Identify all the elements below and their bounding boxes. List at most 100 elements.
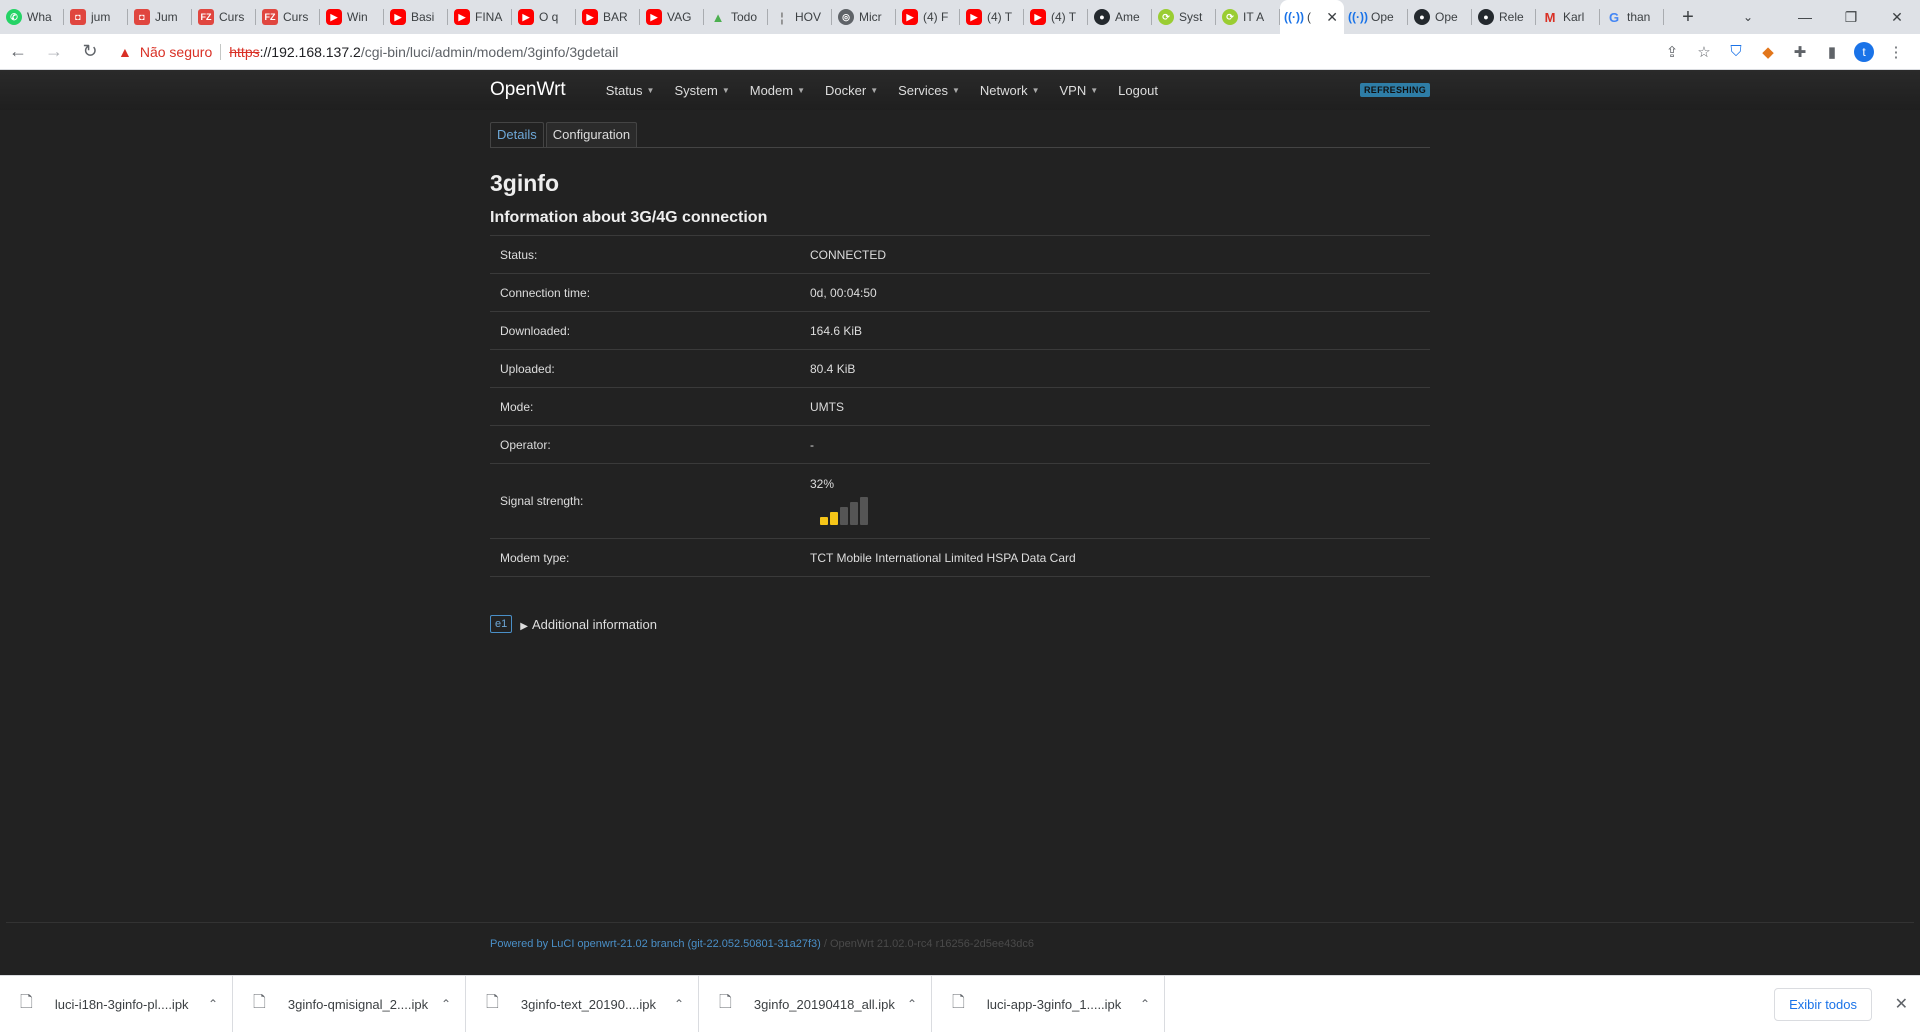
menu-item-status[interactable]: Status ▼ bbox=[596, 83, 665, 98]
browser-tab[interactable]: ⟳ IT A bbox=[1216, 0, 1280, 34]
reload-icon[interactable]: ↻ bbox=[72, 34, 108, 70]
browser-tab[interactable]: FZ Curs bbox=[256, 0, 320, 34]
document-icon: ¦ bbox=[780, 9, 784, 25]
additional-info-label: Additional information bbox=[531, 616, 657, 632]
menu-item-modem[interactable]: Modem ▼ bbox=[740, 83, 815, 98]
browser-tab[interactable]: ((·)) Ope bbox=[1344, 0, 1408, 34]
download-item[interactable]: 🗋 luci-i18n-3ginfo-pl....ipk ⌃ bbox=[0, 975, 233, 1032]
browser-tab[interactable]: ▶ (4) T bbox=[1024, 0, 1088, 34]
tab-title: Curs bbox=[283, 10, 309, 24]
menu-item-docker[interactable]: Docker ▼ bbox=[815, 83, 888, 98]
close-window-icon[interactable]: ✕ bbox=[1874, 0, 1920, 34]
browser-tab[interactable]: ● Ope bbox=[1408, 0, 1472, 34]
close-tab-icon[interactable]: ✕ bbox=[1326, 9, 1338, 26]
tab-title: (4) T bbox=[1051, 10, 1077, 24]
browser-tab[interactable]: ● Ame bbox=[1088, 0, 1152, 34]
chevron-up-icon[interactable]: ⌃ bbox=[1140, 997, 1150, 1011]
browser-tab[interactable]: ((·))(✕ bbox=[1280, 0, 1344, 34]
download-item[interactable]: 🗋 3ginfo_20190418_all.ipk ⌃ bbox=[699, 975, 932, 1032]
extension-shield-icon[interactable]: ⛉ bbox=[1722, 38, 1750, 66]
extensions-puzzle-icon[interactable]: ✚ bbox=[1786, 38, 1814, 66]
tab-title: FINA bbox=[475, 10, 503, 24]
refreshing-badge[interactable]: REFRESHING bbox=[1359, 83, 1430, 97]
signal-bar bbox=[860, 497, 868, 525]
browser-tab[interactable]: M Karl bbox=[1536, 0, 1600, 34]
browser-tabstrip: ✆ Wha ◘ jum ◘ Jum FZ Curs FZ Curs ▶ Win ▶ Basi ▶ FINA ▶ O… bbox=[0, 0, 1920, 34]
brand-logo[interactable]: OpenWrt bbox=[490, 79, 566, 101]
menu-item-label: Modem bbox=[749, 82, 794, 98]
menu-item-system[interactable]: System ▼ bbox=[664, 83, 739, 98]
extension-fox-icon[interactable]: ◆ bbox=[1754, 38, 1782, 66]
menu-item-network[interactable]: Network ▼ bbox=[970, 83, 1050, 98]
row-value: 0d, 00:04:50 bbox=[800, 273, 1430, 312]
menu-item-label: Docker bbox=[825, 82, 867, 98]
powered-by-link[interactable]: Powered by LuCI openwrt-21.02 branch (gi… bbox=[490, 938, 821, 950]
restore-icon[interactable]: ❐ bbox=[1828, 0, 1874, 34]
youtube-icon: ▶ bbox=[646, 9, 662, 25]
file-icon: 🗋 bbox=[20, 993, 33, 1011]
main-content: Details Configuration 3ginfo Information… bbox=[490, 110, 1430, 633]
not-secure-label[interactable]: Não seguro bbox=[140, 44, 212, 60]
side-panel-icon[interactable]: ▮ bbox=[1818, 38, 1846, 66]
download-item[interactable]: 🗋 3ginfo-text_20190....ipk ⌃ bbox=[466, 975, 699, 1032]
browser-tab[interactable]: ▲ Todo bbox=[704, 0, 768, 34]
tab-search-icon[interactable]: ⌄ bbox=[1728, 0, 1768, 34]
tab-configuration[interactable]: Configuration bbox=[545, 122, 638, 147]
browser-tab[interactable]: ▶ Basi bbox=[384, 0, 448, 34]
tab-title: BAR bbox=[603, 10, 628, 24]
chevron-up-icon[interactable]: ⌃ bbox=[907, 997, 917, 1011]
browser-tab[interactable]: FZ Curs bbox=[192, 0, 256, 34]
menu-item-logout[interactable]: Logout bbox=[1108, 83, 1168, 98]
browser-tab[interactable]: ◎ Micr bbox=[832, 0, 896, 34]
browser-tab[interactable]: ◘ jum bbox=[64, 0, 128, 34]
row-value: TCT Mobile International Limited HSPA Da… bbox=[800, 538, 1430, 577]
e1-button[interactable]: e1 bbox=[490, 615, 513, 633]
menu-item-vpn[interactable]: VPN ▼ bbox=[1050, 83, 1109, 98]
browser-tab[interactable]: ▶ VAG bbox=[640, 0, 704, 34]
download-item[interactable]: 🗋 3ginfo-qmisignal_2....ipk ⌃ bbox=[233, 975, 466, 1032]
share-icon[interactable]: ⇪ bbox=[1658, 38, 1686, 66]
caret-down-icon: ▼ bbox=[870, 85, 879, 95]
caret-down-icon: ▼ bbox=[1031, 85, 1040, 95]
browser-tab[interactable]: ▶ Win bbox=[320, 0, 384, 34]
page-tabs: Details Configuration bbox=[490, 122, 1430, 148]
new-tab-button[interactable]: + bbox=[1674, 3, 1702, 31]
table-row: Operator: - bbox=[490, 425, 1430, 464]
browser-tab[interactable]: ▶ O q bbox=[512, 0, 576, 34]
profile-avatar[interactable]: t bbox=[1850, 38, 1878, 66]
minimize-icon[interactable]: — bbox=[1782, 0, 1828, 34]
browser-tab[interactable]: ▶ FINA bbox=[448, 0, 512, 34]
show-all-button[interactable]: Exibir todos bbox=[1774, 988, 1872, 1021]
download-item[interactable]: 🗋 luci-app-3ginfo_1.....ipk ⌃ bbox=[932, 975, 1165, 1032]
browser-tab[interactable]: Gthan bbox=[1600, 0, 1664, 34]
forward-icon[interactable]: → bbox=[36, 34, 72, 70]
browser-tab[interactable]: ⟳ Syst bbox=[1152, 0, 1216, 34]
browser-tab[interactable]: ¦ HOV bbox=[768, 0, 832, 34]
browser-tab[interactable]: ▶ (4) F bbox=[896, 0, 960, 34]
bookmark-star-icon[interactable]: ☆ bbox=[1690, 38, 1718, 66]
chevron-up-icon[interactable]: ⌃ bbox=[208, 997, 218, 1011]
modem-type-row: Modem type: TCT Mobile International Limi… bbox=[490, 538, 1430, 577]
chevron-up-icon[interactable]: ⌃ bbox=[674, 997, 684, 1011]
browser-tab[interactable]: ◘ Jum bbox=[128, 0, 192, 34]
signal-bar bbox=[850, 502, 858, 525]
chevron-up-icon[interactable]: ⌃ bbox=[441, 997, 451, 1011]
menu-item-label: VPN bbox=[1059, 82, 1087, 98]
browser-tab[interactable]: ● Rele bbox=[1472, 0, 1536, 34]
browser-tab[interactable]: ✆ Wha bbox=[0, 0, 64, 34]
url-text[interactable]: https://192.168.137.2/cgi-bin/luci/admin… bbox=[229, 44, 618, 60]
menu-kebab-icon[interactable]: ⋮ bbox=[1882, 38, 1910, 66]
menu-item-label: Network bbox=[979, 82, 1028, 98]
section-subtitle: Information about 3G/4G connection bbox=[490, 209, 768, 226]
address-bar[interactable]: ▲ Não seguro https://192.168.137.2/cgi-b… bbox=[108, 37, 1658, 67]
browser-tab[interactable]: ▶ BAR bbox=[576, 0, 640, 34]
tab-details[interactable]: Details bbox=[490, 122, 544, 147]
browser-tab[interactable]: ▶ (4) T bbox=[960, 0, 1024, 34]
download-filename: luci-app-3ginfo_1.....ipk bbox=[986, 996, 1122, 1012]
additional-info-toggle[interactable]: ▶ Additional information bbox=[520, 617, 657, 632]
menu-item-services[interactable]: Services ▼ bbox=[888, 83, 970, 98]
signal-icon: ((·)) bbox=[1284, 10, 1304, 24]
close-shelf-icon[interactable]: ✕ bbox=[1895, 994, 1908, 1014]
main-menu: Status ▼ System ▼ Modem ▼ Docker ▼ Services ▼ Netw… bbox=[596, 83, 1168, 98]
back-icon[interactable]: ← bbox=[0, 34, 36, 70]
